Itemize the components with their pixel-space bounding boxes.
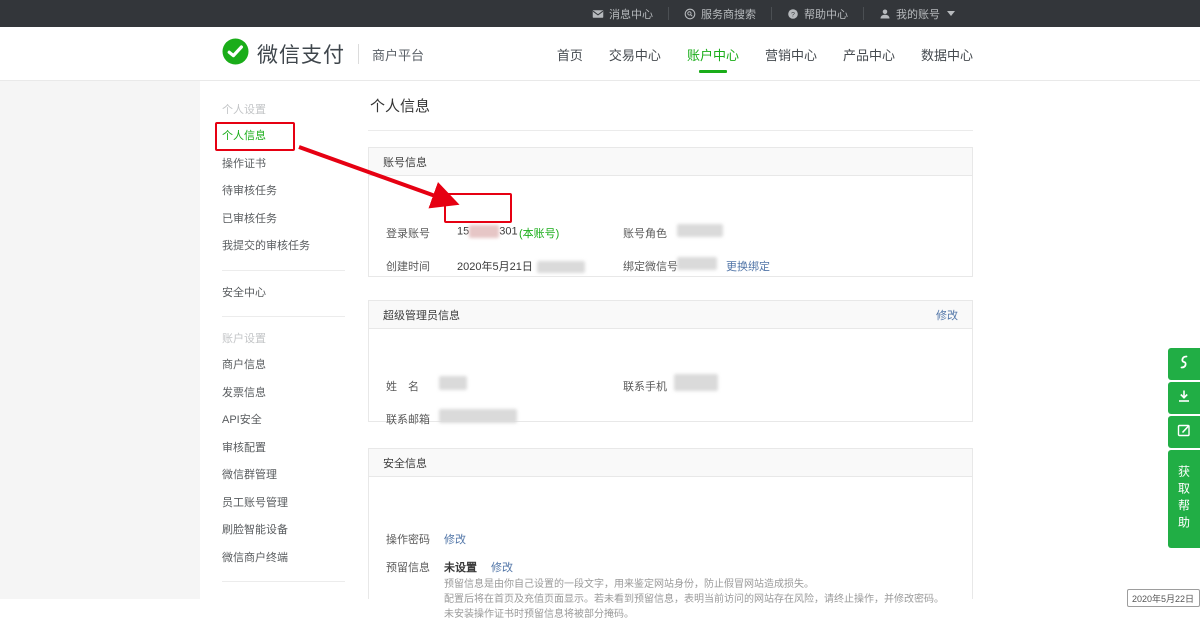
redacted-admin-name (439, 376, 467, 390)
login-account-value: 15301 (457, 225, 518, 238)
sidebar-divider (222, 316, 345, 317)
chevron-down-icon (947, 11, 955, 16)
sidebar-item-wechat-merchant-terminal[interactable]: 微信商户终端 (222, 545, 345, 573)
reserved-info-desc-line: 配置后将在首页及充值页面显示。若未看到预留信息，表明当前访问的网站存在风险，请终… (444, 592, 969, 607)
sidebar-item-security-center[interactable]: 安全中心 (222, 280, 345, 308)
download-button[interactable] (1168, 382, 1200, 414)
nav-data-center[interactable]: 数据中心 (921, 27, 973, 81)
sidebar-item-review-config[interactable]: 审核配置 (222, 435, 345, 463)
account-info-panel: 账号信息 登录账号 15301 (本账号) 账号角色 创建时间 2020年5月2… (368, 147, 973, 277)
brand-divider (358, 44, 359, 64)
portal-name: 商户平台 (372, 45, 424, 64)
title-divider (368, 130, 973, 131)
site-header: 微信支付 商户平台 首页 交易中心 账户中心 营销中心 产品中心 数据中心 (0, 27, 1200, 81)
security-info-panel: 安全信息 操作密码 修改 预留信息 未设置 修改 预留信息是由你自己设置的一段文… (368, 448, 973, 599)
search-circle-icon (684, 8, 696, 20)
reserved-info-description: 预留信息是由你自己设置的一段文字，用来鉴定网站身份，防止假冒网站造成损失。 配置… (444, 577, 969, 622)
created-time-label: 创建时间 (386, 258, 430, 274)
sidebar-item-face-smart-device[interactable]: 刷脸智能设备 (222, 517, 345, 545)
reserved-info-desc-line: 预留信息是由你自己设置的一段文字，用来鉴定网站身份，防止假冒网站造成损失。 (444, 577, 969, 592)
admin-email-label: 联系邮箱 (386, 411, 430, 427)
operation-password-label: 操作密码 (386, 531, 430, 547)
my-account-menu-item[interactable]: 我的账号 (864, 0, 970, 27)
user-icon (879, 8, 891, 20)
svg-text:?: ? (791, 11, 795, 18)
message-center-menu-item[interactable]: 消息中心 (577, 0, 668, 27)
mail-icon (592, 8, 604, 20)
reserved-info-desc-line: 未安装操作证书时预留信息将被部分掩码。 (444, 607, 969, 622)
sidebar-item-operation-certificate[interactable]: 操作证书 (222, 151, 345, 179)
help-center-label: 帮助中心 (804, 6, 848, 22)
nav-home[interactable]: 首页 (557, 27, 583, 81)
feedback-button[interactable] (1168, 416, 1200, 448)
my-account-label: 我的账号 (896, 6, 940, 22)
floating-toolbar: 获取帮助 (1168, 348, 1200, 548)
rebind-wechat-link[interactable]: 更换绑定 (726, 258, 770, 274)
login-account-label: 登录账号 (386, 225, 430, 241)
admin-phone-label: 联系手机 (623, 378, 667, 394)
created-time-value: 2020年5月21日 (457, 258, 585, 274)
sidebar-item-my-submitted-review-tasks[interactable]: 我提交的审核任务 (222, 233, 345, 261)
admin-name-label: 姓 名 (386, 378, 419, 394)
redacted-account-role (677, 224, 723, 237)
wechat-pay-logo-icon (222, 38, 249, 70)
sidebar-item-invoice-info[interactable]: 发票信息 (222, 380, 345, 408)
sidebar-item-staff-account-management[interactable]: 员工账号管理 (222, 490, 345, 518)
redacted-created-tail (537, 261, 585, 273)
redacted-admin-email (439, 409, 517, 423)
date-tooltip: 2020年5月22日 (1127, 589, 1200, 607)
sidebar-item-api-security[interactable]: API安全 (222, 407, 345, 435)
sidebar-item-reviewed-tasks[interactable]: 已审核任务 (222, 206, 345, 234)
sidebar-item-merchant-info[interactable]: 商户信息 (222, 352, 345, 380)
reserved-info-edit-link[interactable]: 修改 (491, 559, 513, 575)
primary-nav: 首页 交易中心 账户中心 营销中心 产品中心 数据中心 (557, 27, 973, 81)
redacted-wechat-id (677, 257, 717, 270)
provider-search-menu-item[interactable]: 服务商搜索 (669, 0, 771, 27)
link-icon (1176, 354, 1192, 375)
sidebar-item-pending-review-tasks[interactable]: 待审核任务 (222, 178, 345, 206)
main-content: 个人信息 账号信息 登录账号 15301 (本账号) 账号角色 创建时间 202… (368, 81, 973, 599)
sidebar-section-account-settings: 账户设置 (222, 326, 345, 352)
nav-transaction-center[interactable]: 交易中心 (609, 27, 661, 81)
top-utility-bar: 消息中心 服务商搜索 ? 帮助中心 我的账号 (0, 0, 1200, 27)
bound-wechat-label: 绑定微信号 (623, 258, 678, 274)
super-admin-edit-link[interactable]: 修改 (936, 307, 958, 323)
question-circle-icon: ? (787, 8, 799, 20)
page-title: 个人信息 (370, 95, 430, 116)
page-body: 个人设置 个人信息 操作证书 待审核任务 已审核任务 我提交的审核任务 安全中心… (0, 81, 1200, 599)
hotline-button[interactable] (1168, 348, 1200, 380)
redacted-login-middle (469, 225, 499, 238)
download-icon (1176, 388, 1192, 409)
sidebar-item-wechat-group-management[interactable]: 微信群管理 (222, 462, 345, 490)
nav-product-center[interactable]: 产品中心 (843, 27, 895, 81)
account-role-label: 账号角色 (623, 225, 667, 241)
nav-marketing-center[interactable]: 营销中心 (765, 27, 817, 81)
message-center-label: 消息中心 (609, 6, 653, 22)
provider-search-label: 服务商搜索 (701, 6, 756, 22)
security-panel-title: 安全信息 (383, 455, 427, 471)
super-admin-panel: 超级管理员信息 修改 姓 名 联系手机 联系邮箱 (368, 300, 973, 422)
reserved-info-value: 未设置 (444, 559, 477, 575)
account-info-panel-title: 账号信息 (383, 154, 427, 170)
super-admin-panel-title: 超级管理员信息 (383, 307, 460, 323)
left-margin-strip (0, 81, 200, 599)
sidebar-item-personal-info[interactable]: 个人信息 (222, 123, 345, 151)
sidebar-divider (222, 270, 345, 271)
sidebar-section-personal-settings: 个人设置 (222, 97, 345, 123)
edit-icon (1176, 422, 1192, 443)
top-utility-menu: 消息中心 服务商搜索 ? 帮助中心 我的账号 (577, 0, 970, 27)
redacted-admin-phone (674, 374, 718, 391)
current-account-tag: (本账号) (519, 225, 559, 241)
nav-account-center[interactable]: 账户中心 (687, 27, 739, 81)
reserved-info-label: 预留信息 (386, 559, 430, 575)
help-center-menu-item[interactable]: ? 帮助中心 (772, 0, 863, 27)
operation-password-edit-link[interactable]: 修改 (444, 531, 466, 547)
get-help-button[interactable]: 获取帮助 (1168, 450, 1200, 548)
brand-block: 微信支付 商户平台 (222, 27, 424, 81)
brand-name: 微信支付 (257, 39, 345, 69)
sidebar: 个人设置 个人信息 操作证书 待审核任务 已审核任务 我提交的审核任务 安全中心… (222, 97, 345, 591)
sidebar-divider (222, 581, 345, 582)
